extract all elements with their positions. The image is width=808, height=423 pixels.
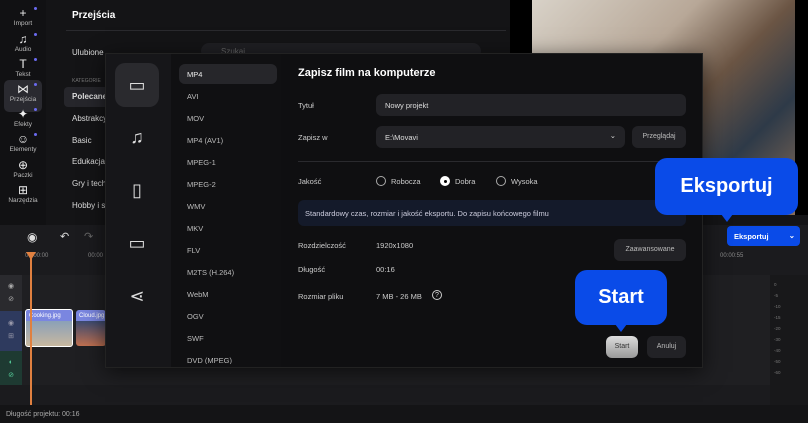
rail-label: Tekst <box>15 71 31 78</box>
tv-icon[interactable]: ▭ <box>115 221 159 265</box>
video-camera-icon[interactable]: ▭ <box>115 63 159 107</box>
quality-info: Standardowy czas, rozmiar i jakość ekspo… <box>298 200 686 226</box>
left-rail: + Import ♫ Audio T Tekst ⋈ Przejścia ✦ Efekty… <box>0 0 46 225</box>
meter-label: -30 <box>774 337 781 342</box>
format-item[interactable]: OGV <box>179 306 277 326</box>
advanced-button[interactable]: Zaawansowane <box>614 239 686 261</box>
tools-icon: ⊞ <box>17 183 29 197</box>
chevron-down-icon: ⌄ <box>609 131 616 140</box>
resolution-value: 1920x1080 <box>376 241 414 250</box>
help-icon[interactable]: ? <box>432 290 442 300</box>
rail-tools[interactable]: ⊞ Narzędzia <box>4 181 42 213</box>
format-item[interactable]: MKV <box>179 218 277 238</box>
clip-cloud[interactable]: Cloud.jpg <box>76 310 106 346</box>
rail-label: Elementy <box>9 146 37 153</box>
size-label: Rozmiar pliku <box>298 292 344 301</box>
ruler-label: 00:00:55 <box>720 253 744 259</box>
duration-value: 00:16 <box>376 265 395 274</box>
meter-label: -5 <box>774 293 779 298</box>
format-item[interactable]: MP4 (AV1) <box>179 130 277 150</box>
undo-icon[interactable]: ↶ <box>60 230 69 243</box>
dialog-title: Zapisz film na komputerze <box>298 67 436 79</box>
playhead[interactable] <box>30 255 32 405</box>
save-label: Zapisz w <box>298 133 328 142</box>
format-item[interactable]: WMV <box>179 196 277 216</box>
export-callout: Eksportuj <box>655 158 798 222</box>
export-type-sidebar: ▭ ♫ ▯ ▭ ⋖ <box>106 54 171 367</box>
redo-icon[interactable]: ↷ <box>84 230 93 243</box>
export-label: Eksportuj <box>734 232 769 241</box>
resolution-label: Rozdzielczość <box>298 241 346 250</box>
music-icon[interactable]: ♫ <box>115 115 159 159</box>
project-length: Długość projektu: 00:16 <box>6 411 80 418</box>
format-item[interactable]: WebM <box>179 284 277 304</box>
rail-label: Paczki <box>13 172 33 179</box>
format-item[interactable]: FLV <box>179 240 277 260</box>
meter-label: -60 <box>774 370 781 375</box>
meter-label: -10 <box>774 304 781 309</box>
rail-label: Audio <box>14 46 32 53</box>
format-item[interactable]: AVI <box>179 86 277 106</box>
format-item[interactable]: MPEG-2 <box>179 174 277 194</box>
format-item[interactable]: MP4 <box>179 64 277 84</box>
format-item[interactable]: MOV <box>179 108 277 128</box>
ruler-label: 00:00 <box>88 253 104 259</box>
save-location-select[interactable]: E:\Movavi ⌄ <box>376 126 625 148</box>
rail-label: Efekty <box>13 121 33 128</box>
bag-icon: ⊕ <box>17 158 29 172</box>
start-button[interactable]: Start <box>606 336 638 358</box>
title-input[interactable]: Nowy projekt <box>376 94 686 116</box>
panel-title: Przejścia <box>72 10 116 21</box>
meter-label: -50 <box>774 359 781 364</box>
quality-radio-high[interactable]: Wysoka <box>496 176 538 186</box>
format-item[interactable]: DVD (MPEG) <box>179 350 277 364</box>
chevron-down-icon[interactable]: ⌄ <box>789 231 795 240</box>
meter-label: -40 <box>774 348 781 353</box>
rail-label: Narzędzia <box>8 197 38 204</box>
format-item[interactable]: SWF <box>179 328 277 348</box>
rail-label: Import <box>13 20 33 27</box>
format-item[interactable]: M2TS (H.264) <box>179 262 277 282</box>
record-icon[interactable]: ◉ <box>27 230 37 244</box>
clip-cooking[interactable]: Cooking.jpg <box>25 309 73 347</box>
divider <box>66 30 506 31</box>
audio-meter: 0 -5 -10 -15 -20 -30 -40 -50 -60 <box>770 275 808 405</box>
browse-button[interactable]: Przeglądaj <box>632 126 686 148</box>
format-item[interactable]: MPEG-1 <box>179 152 277 172</box>
clip-label: Cloud.jpg <box>79 313 105 319</box>
duration-label: Długość <box>298 265 326 274</box>
export-button[interactable]: Eksportuj ⌄ <box>727 226 800 246</box>
categories-heading: KATEGORIE <box>72 78 101 84</box>
meter-label: -15 <box>774 315 781 320</box>
divider <box>298 161 686 162</box>
phone-icon[interactable]: ▯ <box>115 168 159 212</box>
size-value: 7 MB - 26 MB <box>376 292 422 301</box>
playhead-handle[interactable] <box>26 252 36 260</box>
rail-label: Przejścia <box>9 96 37 103</box>
start-callout: Start <box>575 270 667 332</box>
share-icon[interactable]: ⋖ <box>115 274 159 318</box>
quality-label: Jakość <box>298 177 322 186</box>
format-list: MP4 AVI MOV MP4 (AV1) MPEG-1 MPEG-2 WMV MKV FLV M… <box>171 54 281 367</box>
quality-radio-draft[interactable]: Robocza <box>376 176 421 186</box>
quality-radio-good[interactable]: Dobra <box>440 176 475 186</box>
save-location-value: E:\Movavi <box>385 133 418 142</box>
meter-label: 0 <box>774 282 777 287</box>
cancel-button[interactable]: Anuluj <box>647 336 686 358</box>
title-label: Tytuł <box>298 101 314 110</box>
meter-label: -20 <box>774 326 781 331</box>
favorites-dropdown[interactable]: Ulubione <box>72 48 104 57</box>
